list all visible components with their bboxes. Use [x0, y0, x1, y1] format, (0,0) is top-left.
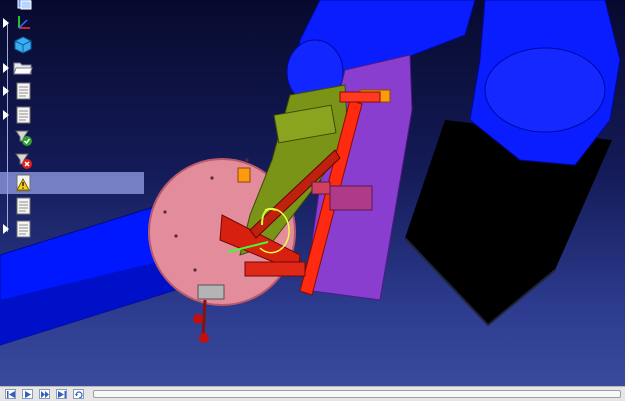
tree-item-document-4[interactable]	[0, 218, 150, 240]
scene-tree[interactable]	[0, 0, 150, 250]
tree-item-check-fail[interactable]	[0, 150, 150, 172]
turntable-hole	[245, 158, 249, 162]
tree-item-frame[interactable]	[0, 12, 150, 34]
expand-arrow-icon[interactable]	[3, 86, 9, 96]
side-clamp[interactable]	[329, 185, 373, 211]
red-bracket-bar[interactable]	[339, 91, 381, 103]
axis-frame-icon	[13, 14, 33, 32]
check-status-icon	[13, 129, 33, 147]
expand-arrow-icon[interactable]	[3, 224, 9, 234]
skip-end-icon	[58, 391, 66, 398]
turntable-hole	[163, 210, 167, 214]
tree-item-document-3[interactable]	[0, 195, 150, 217]
orange-sensor[interactable]	[237, 167, 251, 183]
skip-back-icon	[7, 391, 15, 398]
expand-arrow-icon[interactable]	[3, 63, 9, 73]
skip-end-button[interactable]	[56, 389, 67, 399]
document-icon	[13, 82, 33, 100]
folder-open-icon	[13, 59, 33, 77]
tree-item-document-1[interactable]	[0, 80, 150, 102]
expand-arrow-icon[interactable]	[3, 110, 9, 120]
tree-item-warning-selected[interactable]	[0, 172, 144, 194]
red-clamp-base[interactable]	[244, 261, 306, 277]
gripper-grey[interactable]	[197, 284, 225, 300]
gripper-handle	[201, 299, 207, 339]
tree-item-folder[interactable]	[0, 57, 150, 79]
tree-item-document-2[interactable]	[0, 104, 150, 126]
loop-icon	[75, 391, 83, 398]
cube-icon	[13, 36, 33, 54]
play-icon	[25, 391, 31, 398]
skip-back-button[interactable]	[5, 389, 16, 399]
tree-item-check-pass[interactable]	[0, 127, 150, 149]
playback-timeline[interactable]	[93, 390, 621, 398]
error-status-icon	[13, 152, 33, 170]
gripper-knob	[199, 333, 209, 343]
side-clamp-block[interactable]	[311, 181, 331, 195]
loop-button[interactable]	[73, 389, 84, 399]
expand-arrow-icon[interactable]	[3, 18, 9, 28]
gripper-knob	[193, 314, 203, 324]
turntable-hole	[193, 268, 197, 272]
play-button[interactable]	[22, 389, 33, 399]
fast-forward-button[interactable]	[39, 389, 50, 399]
warning-document-icon	[13, 174, 33, 192]
document-icon	[13, 106, 33, 124]
fast-forward-icon	[41, 391, 49, 398]
pedestal-robot-joint	[484, 47, 606, 133]
tree-item-part[interactable]	[0, 34, 150, 56]
document-icon	[13, 220, 33, 238]
document-icon	[13, 197, 33, 215]
turntable-hole	[174, 234, 178, 238]
playback-bar	[0, 386, 625, 401]
turntable-hole	[210, 176, 214, 180]
3d-viewport[interactable]	[0, 0, 625, 386]
